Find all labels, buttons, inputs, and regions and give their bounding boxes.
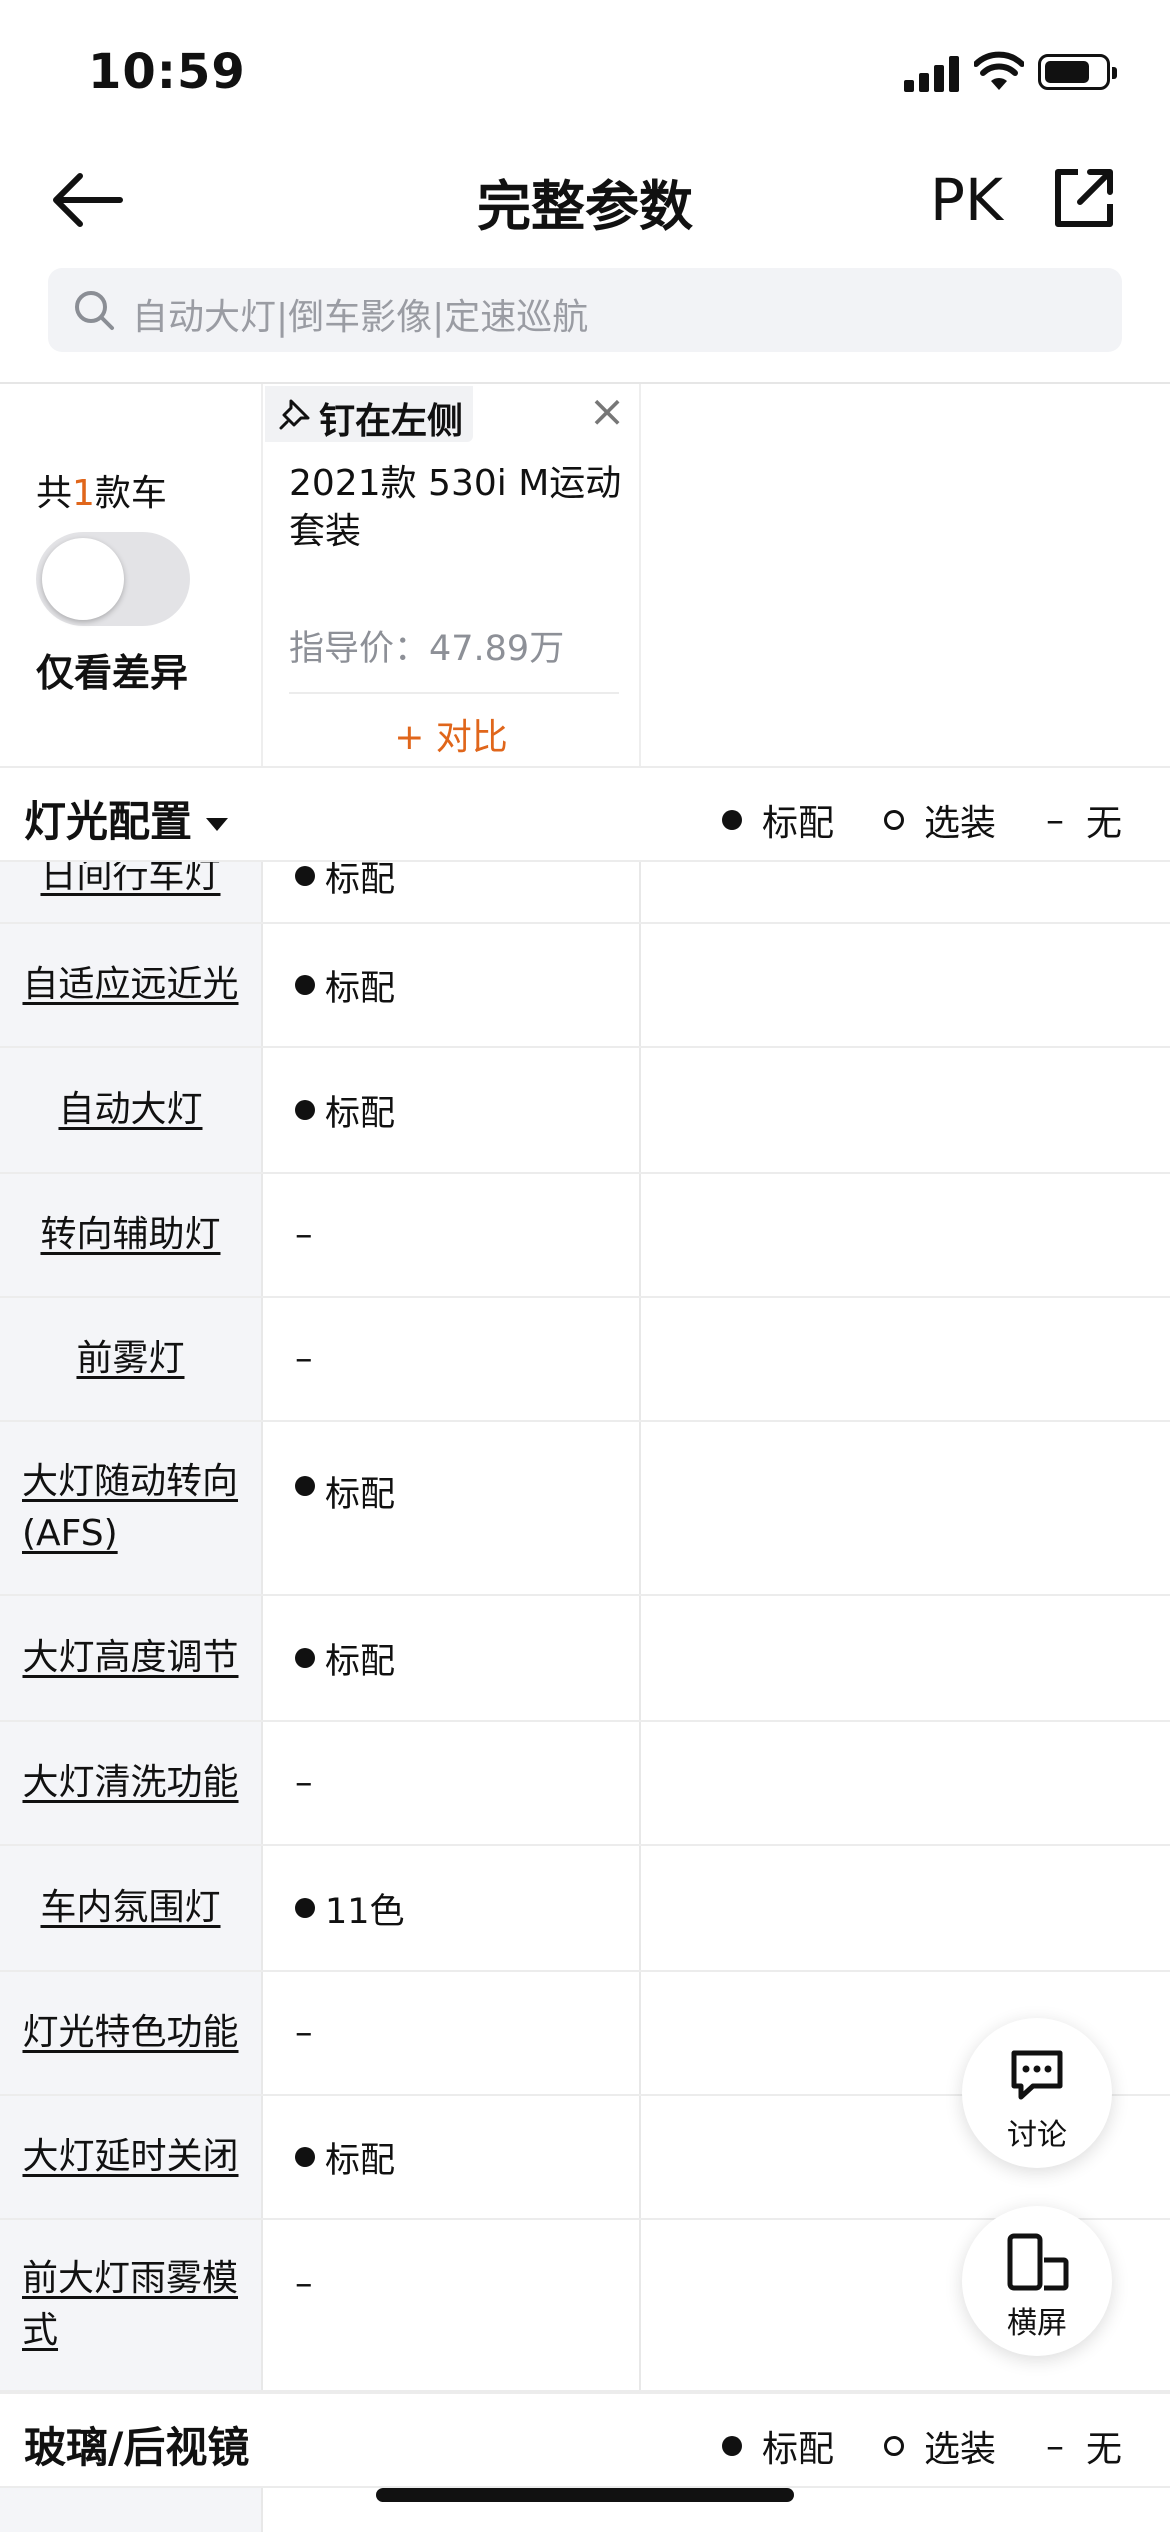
param-value: 标配 bbox=[263, 2096, 641, 2218]
table-row: 大灯随动转向(AFS) 标配 bbox=[0, 1422, 1170, 1596]
param-value: – bbox=[263, 1972, 641, 2094]
param-value: – bbox=[263, 1174, 641, 1296]
share-icon[interactable] bbox=[1052, 166, 1116, 230]
chat-icon bbox=[1011, 2050, 1063, 2100]
standard-dot-icon bbox=[721, 2436, 742, 2456]
car-name[interactable]: 2021款 530i M运动套装 bbox=[289, 460, 629, 556]
battery-icon bbox=[1038, 54, 1117, 90]
pin-left-button[interactable]: 钉在左侧 bbox=[265, 386, 473, 442]
param-label[interactable]: 自动大灯 bbox=[0, 1048, 263, 1172]
table-row: 自适应远近光 标配 bbox=[0, 924, 1170, 1048]
param-label[interactable]: 大灯高度调节 bbox=[0, 1596, 263, 1720]
nav-bar: 完整参数 PK bbox=[0, 140, 1170, 260]
param-value: 标配 bbox=[263, 1596, 641, 1720]
signal-icon bbox=[904, 56, 960, 92]
param-value: – bbox=[263, 2220, 641, 2390]
rotate-screen-icon bbox=[1007, 2233, 1069, 2291]
legend: 标配 选装 – 无 bbox=[721, 2420, 1122, 2472]
table-row: 前雾灯 – bbox=[0, 1298, 1170, 1422]
param-label[interactable]: 大灯清洗功能 bbox=[0, 1722, 263, 1844]
param-value: – bbox=[263, 1298, 641, 1420]
search-placeholder: 自动大灯|倒车影像|定速巡航 bbox=[132, 297, 589, 338]
param-label[interactable]: 前雾灯 bbox=[0, 1298, 263, 1420]
standard-dot-icon bbox=[721, 810, 742, 830]
param-label[interactable]: 车内氛围灯 bbox=[0, 1846, 263, 1970]
table-row: 大灯清洗功能 – bbox=[0, 1722, 1170, 1846]
summary-column: 共1款车 仅看差异 bbox=[0, 384, 263, 768]
param-label[interactable]: 大灯随动转向(AFS) bbox=[0, 1422, 263, 1594]
discuss-label: 讨论 bbox=[1007, 2118, 1067, 2153]
param-value: 标配 bbox=[263, 1422, 641, 1594]
param-value: 11色 bbox=[263, 1846, 641, 1970]
car-column: 钉在左侧 × 2021款 530i M运动套装 指导价：47.89万 + 对比 bbox=[263, 384, 641, 768]
table-row: 转向辅助灯 – bbox=[0, 1174, 1170, 1298]
param-value: – bbox=[263, 1722, 641, 1844]
search-icon bbox=[75, 291, 114, 330]
divider bbox=[289, 692, 619, 694]
search-input[interactable]: 自动大灯|倒车影像|定速巡航 bbox=[48, 268, 1122, 352]
close-icon[interactable]: × bbox=[585, 390, 629, 434]
caret-down-icon bbox=[206, 818, 229, 831]
car-count: 共1款车 bbox=[36, 473, 167, 514]
discuss-button[interactable]: 讨论 bbox=[962, 2018, 1112, 2168]
param-label[interactable]: 前大灯雨雾模式 bbox=[0, 2220, 263, 2390]
section-header[interactable]: 灯光配置 标配 选装 – 无 bbox=[0, 766, 1170, 862]
status-bar: 10:59 bbox=[0, 0, 1170, 140]
section-title: 灯光配置 bbox=[24, 788, 229, 849]
only-diff-label: 仅看差异 bbox=[36, 651, 189, 695]
param-value: 标配 bbox=[263, 924, 641, 1046]
table-row: 大灯高度调节 标配 bbox=[0, 1596, 1170, 1722]
row-stub bbox=[0, 2488, 263, 2532]
add-compare-button[interactable]: + 对比 bbox=[263, 708, 639, 760]
param-table: 自适应远近光 标配 自动大灯 标配 转向辅助灯 – 前雾灯 – 大灯随动转向(A… bbox=[0, 924, 1170, 2392]
param-label[interactable]: 转向辅助灯 bbox=[0, 1174, 263, 1296]
optional-ring-icon bbox=[883, 810, 904, 830]
optional-ring-icon bbox=[883, 2436, 904, 2456]
section-header[interactable]: 玻璃/后视镜 标配 选装 – 无 bbox=[0, 2392, 1170, 2488]
param-label[interactable]: 自适应远近光 bbox=[0, 924, 263, 1046]
home-indicator bbox=[376, 2488, 794, 2502]
table-row: 车内氛围灯 11色 bbox=[0, 1846, 1170, 1972]
param-value: 标配 bbox=[263, 1048, 641, 1172]
landscape-label: 横屏 bbox=[1007, 2306, 1067, 2341]
pk-button[interactable]: PK bbox=[930, 166, 1003, 234]
status-time: 10:59 bbox=[88, 44, 246, 100]
only-diff-toggle[interactable] bbox=[36, 532, 190, 626]
compare-header: 共1款车 仅看差异 钉在左侧 × 2021款 530i M运动套装 指导价：47… bbox=[0, 384, 1170, 768]
car-price: 指导价：47.89万 bbox=[289, 629, 565, 669]
param-label[interactable]: 灯光特色功能 bbox=[0, 1972, 263, 2094]
section-title: 玻璃/后视镜 bbox=[24, 2423, 250, 2472]
table-row: 自动大灯 标配 bbox=[0, 1048, 1170, 1174]
legend: 标配 选装 – 无 bbox=[721, 794, 1122, 846]
wifi-icon bbox=[974, 51, 1024, 90]
param-label[interactable]: 大灯延时关闭 bbox=[0, 2096, 263, 2218]
pin-icon bbox=[279, 399, 310, 430]
landscape-button[interactable]: 横屏 bbox=[962, 2206, 1112, 2356]
